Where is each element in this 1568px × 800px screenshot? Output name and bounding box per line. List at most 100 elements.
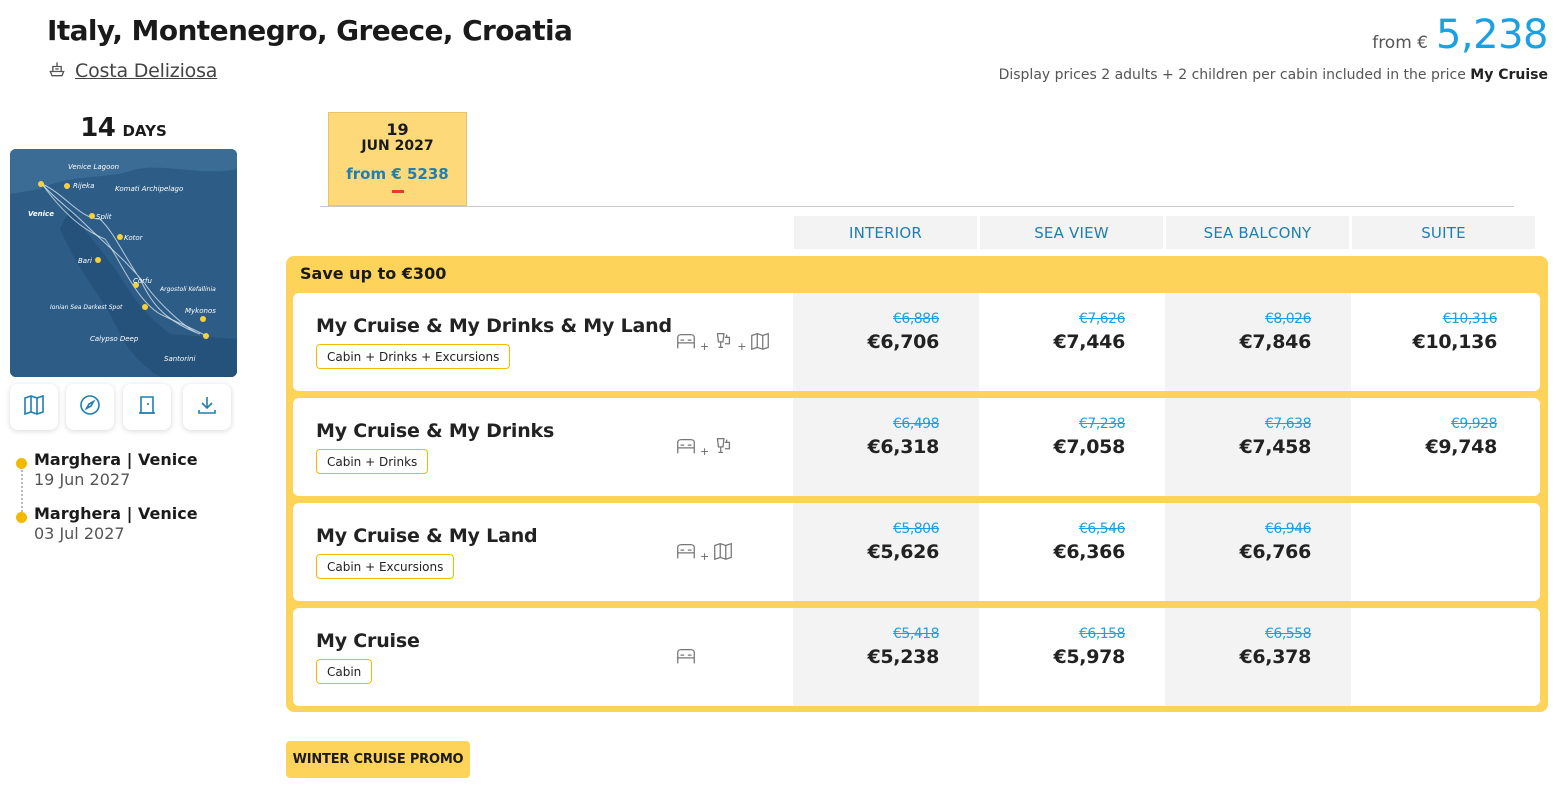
- offer-chip: Cabin: [316, 659, 373, 684]
- price-from-label: from €: [1372, 33, 1428, 53]
- map-label-venice: Venice: [28, 210, 54, 218]
- price-cell-sea-view[interactable]: €6,158 €5,978: [979, 608, 1165, 706]
- offer-chip: Cabin + Drinks: [316, 449, 429, 474]
- offer-name: My Cruise & My Drinks & My Land: [316, 315, 672, 337]
- price-cell-sea-balcony[interactable]: €6,946 €6,766: [1165, 503, 1351, 601]
- price-cell-suite: [1351, 503, 1537, 601]
- map-label-komati: Komati Archipelago: [115, 185, 183, 193]
- offer-row: My Cruise & My Drinks & My Land Cabin + …: [293, 293, 1540, 391]
- winter-promo-button[interactable]: WINTER CRUISE PROMO: [286, 741, 470, 778]
- departure-month: JUN 2027: [361, 138, 434, 154]
- offer-chip: Cabin + Excursions: [316, 554, 455, 579]
- map-label-split: Split: [96, 213, 112, 221]
- price-note-bold: My Cruise: [1470, 67, 1548, 83]
- stop-date: 03 Jul 2027: [34, 524, 125, 543]
- map-label-calypso-deep: Calypso Deep: [90, 335, 139, 343]
- duration: 14 DAYS: [10, 113, 237, 143]
- new-price: €10,136: [1412, 331, 1498, 353]
- deck-plan-icon: [135, 393, 159, 421]
- old-price: €9,928: [1451, 416, 1498, 432]
- old-price: €7,638: [1265, 416, 1312, 432]
- itinerary-stop: Marghera | Venice 03 Jul 2027: [16, 504, 198, 558]
- ship-link[interactable]: Costa Deliziosa: [47, 59, 217, 83]
- tab-divider: [320, 206, 1514, 207]
- offer-chip: Cabin + Drinks + Excursions: [316, 344, 511, 369]
- map-label-bari: Bari: [78, 257, 92, 265]
- price-summary: from € 5,238: [1372, 12, 1548, 58]
- compass-button[interactable]: [66, 384, 114, 430]
- stop-date: 19 Jun 2027: [34, 470, 131, 489]
- download-button[interactable]: [183, 384, 231, 430]
- map-icon: [712, 540, 734, 566]
- price-cell-interior[interactable]: €6,886 €6,706: [793, 293, 979, 391]
- price-cells: €5,418 €5,238 €6,158 €5,978 €6,558 €6,378: [793, 608, 1537, 706]
- download-icon: [195, 393, 219, 421]
- offer-name: My Cruise & My Drinks: [316, 420, 555, 442]
- route-map[interactable]: Venice Lagoon Rijeka Komati Archipelago …: [10, 149, 237, 377]
- price-cell-suite[interactable]: €10,316 €10,136: [1351, 293, 1537, 391]
- price-cell-interior[interactable]: €5,418 €5,238: [793, 608, 979, 706]
- price-cell-sea-view[interactable]: €6,546 €6,366: [979, 503, 1165, 601]
- old-price: €6,558: [1265, 626, 1312, 642]
- bed-icon: [675, 540, 697, 566]
- map-label-venice-lagoon: Venice Lagoon: [68, 163, 119, 171]
- new-price: €5,626: [867, 541, 939, 563]
- map-label-mykonos: Mykonos: [185, 307, 216, 315]
- old-price: €6,498: [893, 416, 940, 432]
- offer-icons: + +: [675, 330, 771, 356]
- price-cells: €5,806 €5,626 €6,546 €6,366 €6,946 €6,766: [793, 503, 1537, 601]
- duration-number: 14: [80, 113, 116, 143]
- deck-plan-button[interactable]: [123, 384, 171, 430]
- map-label-argostoli: Argostoli Kefallinia: [159, 286, 216, 293]
- stop-dot: [16, 512, 27, 523]
- old-price: €6,158: [1079, 626, 1126, 642]
- old-price: €6,886: [893, 311, 940, 327]
- price-cells: €6,886 €6,706 €7,626 €7,446 €8,026 €7,846 €…: [793, 293, 1537, 391]
- old-price: €5,418: [893, 626, 940, 642]
- new-price: €5,238: [867, 646, 939, 668]
- price-cells: €6,498 €6,318 €7,238 €7,058 €7,638 €7,458 €…: [793, 398, 1537, 496]
- new-price: €6,706: [867, 331, 939, 353]
- itinerary: Marghera | Venice 19 Jun 2027 Marghera |…: [16, 450, 198, 558]
- new-price: €6,366: [1053, 541, 1125, 563]
- map-label-ionian-sea: Ionian Sea Darkest Spot: [50, 304, 123, 311]
- new-price: €7,058: [1053, 436, 1125, 458]
- drinks-icon: [712, 435, 734, 461]
- price-cell-sea-balcony[interactable]: €6,558 €6,378: [1165, 608, 1351, 706]
- stop-dot: [16, 458, 27, 469]
- map-icon: [22, 393, 46, 421]
- stop-port: Marghera | Venice: [34, 450, 198, 469]
- map-view-button[interactable]: [10, 384, 58, 430]
- departure-day: 19: [386, 120, 409, 139]
- column-header-sea-view: SEA VIEW: [980, 216, 1163, 249]
- cruise-title: Italy, Montenegro, Greece, Croatia: [47, 14, 573, 47]
- departure-date-tab[interactable]: 19 JUN 2027 from € 5238: [328, 112, 467, 206]
- bed-icon: [675, 435, 697, 461]
- price-cell-sea-view[interactable]: €7,238 €7,058: [979, 398, 1165, 496]
- price-amount: 5,238: [1435, 12, 1549, 58]
- map-label-santorini: Santorini: [164, 355, 195, 363]
- price-cell-interior[interactable]: €6,498 €6,318: [793, 398, 979, 496]
- map-label-kotor: Kotor: [124, 234, 144, 242]
- old-price: €10,316: [1442, 311, 1498, 327]
- price-cell-sea-view[interactable]: €7,626 €7,446: [979, 293, 1165, 391]
- price-cell-interior[interactable]: €5,806 €5,626: [793, 503, 979, 601]
- bed-icon: [675, 645, 697, 671]
- new-price: €7,446: [1053, 331, 1125, 353]
- offer-row: My Cruise & My Drinks Cabin + Drinks + €…: [293, 398, 1540, 496]
- new-price: €6,378: [1239, 646, 1311, 668]
- old-price: €7,626: [1079, 311, 1126, 327]
- price-cell-sea-balcony[interactable]: €8,026 €7,846: [1165, 293, 1351, 391]
- map-label-rijeka: Rijeka: [73, 182, 94, 190]
- old-price: €6,546: [1079, 521, 1126, 537]
- price-cell-suite: [1351, 608, 1537, 706]
- price-note: Display prices 2 adults + 2 children per…: [999, 67, 1548, 83]
- map-toolbar: [10, 384, 231, 430]
- price-cell-sea-balcony[interactable]: €7,638 €7,458: [1165, 398, 1351, 496]
- column-header-interior: INTERIOR: [794, 216, 977, 249]
- ship-name[interactable]: Costa Deliziosa: [75, 60, 217, 82]
- old-price: €7,238: [1079, 416, 1126, 432]
- column-header-suite: SUITE: [1352, 216, 1535, 249]
- new-price: €7,846: [1239, 331, 1311, 353]
- price-cell-suite[interactable]: €9,928 €9,748: [1351, 398, 1537, 496]
